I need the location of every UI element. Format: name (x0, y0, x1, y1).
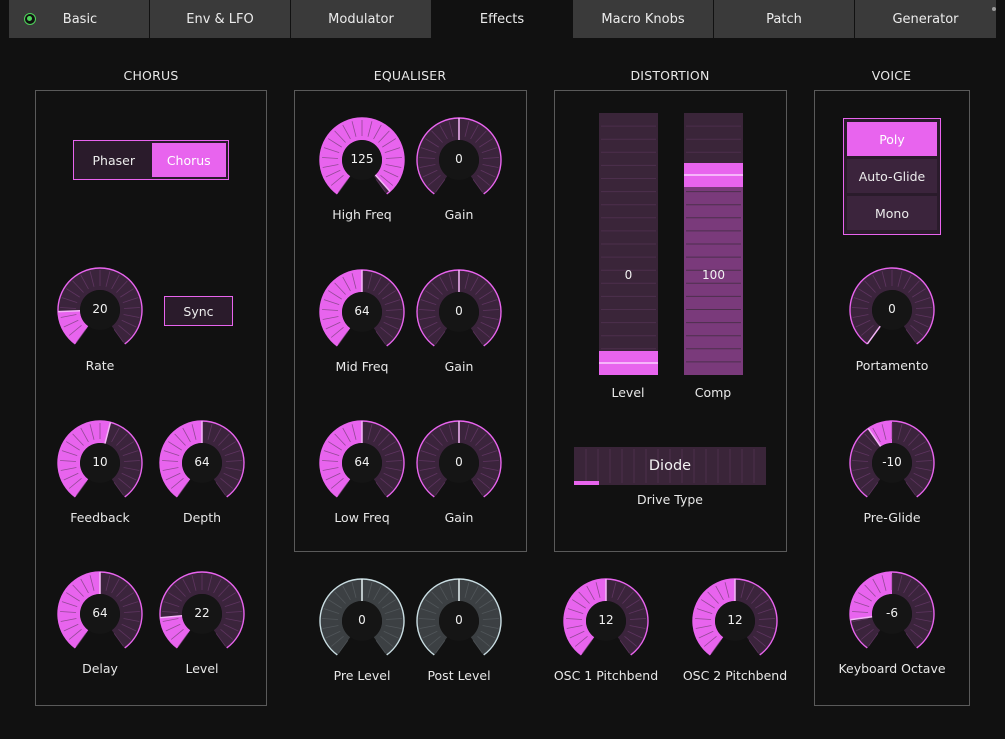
post-level-label: Post Level (427, 668, 491, 683)
phaser-button[interactable]: Phaser (76, 143, 152, 177)
low-freq-knob[interactable]: 64 (317, 418, 407, 508)
pre-glide-label: Pre-Glide (863, 510, 921, 525)
knob-value: 64 (194, 455, 210, 469)
osc1-pitchbend-knob[interactable]: 12 (561, 576, 651, 666)
chorus-level-label: Level (185, 661, 219, 676)
knob-value: 0 (455, 613, 463, 627)
distortion-title: DISTORTION (630, 68, 710, 83)
knob-value: -10 (882, 455, 902, 469)
voice-mode-selector: Poly Auto-Glide Mono (843, 118, 941, 235)
osc1-pitchbend-label: OSC 1 Pitchbend (553, 668, 659, 683)
tab-label: Generator (892, 11, 959, 27)
tab-label: Env & LFO (186, 11, 254, 27)
equaliser-title: EQUALISER (373, 68, 447, 83)
knob-value: 22 (194, 606, 210, 620)
slider-ticks (686, 125, 741, 363)
chorus-title: CHORUS (123, 68, 179, 83)
tab-generator[interactable]: Generator (855, 0, 996, 38)
knob-value: 64 (354, 304, 370, 318)
tab-bar: Basic Env & LFO Modulator Effects Macro … (9, 0, 996, 38)
distortion-level-slider[interactable]: 0 (599, 113, 658, 375)
sync-button[interactable]: Sync (164, 296, 233, 326)
pre-glide-knob[interactable]: -10 (847, 418, 937, 508)
depth-knob[interactable]: 64 (157, 418, 247, 508)
comp-slider[interactable]: 100 (684, 113, 743, 375)
chorus-level-knob[interactable]: 22 (157, 569, 247, 659)
knob-value: 0 (455, 455, 463, 469)
tab-patch[interactable]: Patch (714, 0, 854, 38)
auto-glide-button[interactable]: Auto-Glide (847, 159, 937, 193)
mid-freq-knob[interactable]: 64 (317, 267, 407, 357)
post-level-knob[interactable]: 0 (414, 576, 504, 666)
poly-button[interactable]: Poly (847, 122, 937, 156)
portamento-label: Portamento (855, 358, 929, 373)
low-gain-knob[interactable]: 0 (414, 418, 504, 508)
slider-value: 0 (624, 268, 633, 282)
knob-value: 10 (92, 455, 108, 469)
high-freq-knob[interactable]: 125 (317, 115, 407, 205)
tab-env-lfo[interactable]: Env & LFO (150, 0, 290, 38)
voice-title: VOICE (871, 68, 912, 83)
drive-type-value: Diode (648, 458, 692, 474)
slider-ticks (601, 125, 656, 363)
osc2-pitchbend-label: OSC 2 Pitchbend (682, 668, 788, 683)
drive-type-indicator (574, 481, 599, 485)
depth-label: Depth (182, 510, 222, 525)
drive-type-label: Drive Type (636, 492, 703, 507)
slider-handle[interactable] (684, 162, 743, 187)
tab-label: Macro Knobs (601, 11, 685, 27)
rate-knob[interactable]: 20 (55, 265, 145, 355)
osc2-pitchbend-knob[interactable]: 12 (690, 576, 780, 666)
knob-value: 64 (92, 606, 108, 620)
mid-gain-label: Gain (444, 359, 474, 374)
low-gain-label: Gain (444, 510, 474, 525)
delay-knob[interactable]: 64 (55, 569, 145, 659)
knob-value: 125 (350, 152, 374, 166)
keyboard-octave-label: Keyboard Octave (838, 661, 946, 676)
slider-handle[interactable] (599, 351, 658, 375)
chorus-mode-selector: Phaser Chorus (73, 140, 229, 180)
rate-label: Rate (85, 358, 115, 373)
mono-button[interactable]: Mono (847, 196, 937, 230)
tab-label: Modulator (328, 11, 394, 27)
pre-level-knob[interactable]: 0 (317, 576, 407, 666)
tab-macro-knobs[interactable]: Macro Knobs (573, 0, 713, 38)
high-gain-knob[interactable]: 0 (414, 115, 504, 205)
mid-gain-knob[interactable]: 0 (414, 267, 504, 357)
chorus-button[interactable]: Chorus (151, 143, 226, 177)
portamento-knob[interactable]: 0 (847, 265, 937, 355)
power-led-icon[interactable] (24, 13, 36, 25)
knob-value: 12 (727, 613, 743, 627)
tab-modulator[interactable]: Modulator (291, 0, 431, 38)
knob-value: 0 (455, 152, 463, 166)
tab-label: Patch (766, 11, 802, 27)
knob-value: 0 (888, 302, 896, 316)
slider-value: 100 (702, 268, 725, 282)
knob-value: 12 (598, 613, 614, 627)
knob-value: -6 (886, 606, 898, 620)
knob-value: 20 (92, 302, 108, 316)
feedback-knob[interactable]: 10 (55, 418, 145, 508)
tab-effects[interactable]: Effects (432, 0, 572, 38)
window-grip-icon (992, 7, 996, 11)
comp-label: Comp (694, 385, 732, 400)
tab-label: Basic (62, 11, 98, 27)
high-gain-label: Gain (444, 207, 474, 222)
knob-value: 64 (354, 455, 370, 469)
keyboard-octave-knob[interactable]: -6 (847, 569, 937, 659)
drive-type-selector[interactable]: Diode (574, 447, 766, 485)
knob-value: 0 (358, 613, 366, 627)
knob-value: 0 (455, 304, 463, 318)
tab-label: Effects (479, 11, 525, 27)
